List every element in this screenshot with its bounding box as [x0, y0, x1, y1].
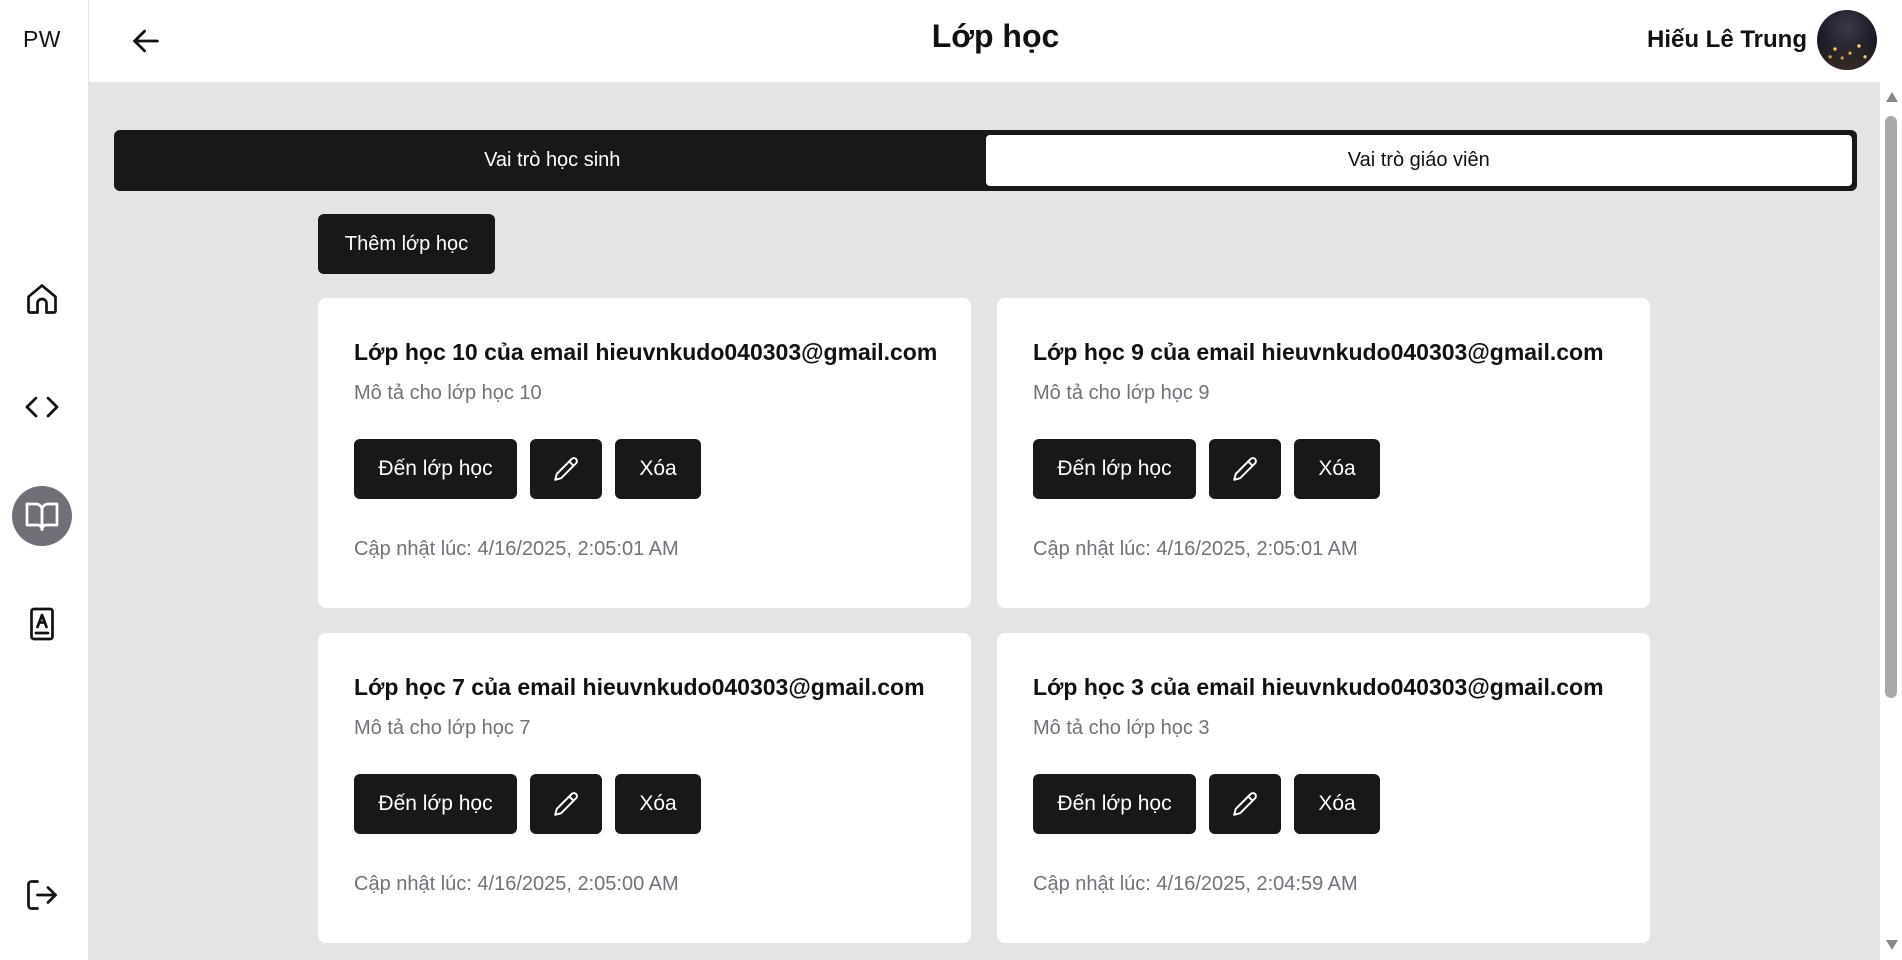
edit-class-button[interactable]: [1209, 439, 1281, 499]
class-title: Lớp học 3 của email hieuvnkudo040303@gma…: [1033, 674, 1604, 700]
user-name[interactable]: Hiếu Lê Trung: [1647, 26, 1807, 54]
card-actions: Đến lớp học Xóa: [1033, 439, 1614, 499]
edit-class-button[interactable]: [1209, 774, 1281, 834]
class-description: Mô tả cho lớp học 3: [1033, 717, 1210, 739]
sidebar-item-home[interactable]: [12, 269, 72, 329]
pencil-icon: [1233, 792, 1257, 816]
class-card: Lớp học 3 của email hieuvnkudo040303@gma…: [997, 633, 1650, 943]
page-title: Lớp học: [931, 18, 1060, 54]
pencil-icon: [554, 792, 578, 816]
class-card: Lớp học 10 của email hieuvnkudo040303@gm…: [318, 298, 971, 608]
delete-class-button[interactable]: Xóa: [1294, 774, 1380, 834]
home-icon: [27, 284, 57, 314]
app-logo[interactable]: PW: [0, 26, 84, 53]
class-description: Mô tả cho lớp học 9: [1033, 382, 1210, 404]
sidebar-item-code[interactable]: [12, 377, 72, 437]
add-class-button[interactable]: Thêm lớp học: [318, 214, 495, 274]
class-title: Lớp học 9 của email hieuvnkudo040303@gma…: [1033, 339, 1604, 365]
class-card: Lớp học 7 của email hieuvnkudo040303@gma…: [318, 633, 971, 943]
header: Lớp học Hiếu Lê Trung: [89, 0, 1902, 82]
updated-timestamp: Cập nhật lúc: 4/16/2025, 2:05:01 AM: [1033, 538, 1358, 560]
scroll-thumb[interactable]: [1885, 116, 1897, 698]
updated-timestamp: Cập nhật lúc: 4/16/2025, 2:05:00 AM: [354, 873, 679, 895]
go-to-class-button[interactable]: Đến lớp học: [1033, 439, 1196, 499]
vertical-scrollbar[interactable]: [1880, 82, 1902, 960]
tab-teacher-role[interactable]: Vai trò giáo viên: [985, 135, 1852, 186]
card-actions: Đến lớp học Xóa: [354, 774, 935, 834]
class-title: Lớp học 7 của email hieuvnkudo040303@gma…: [354, 674, 925, 700]
contact-book-icon: [30, 607, 54, 641]
sidebar-item-classes[interactable]: [12, 486, 72, 546]
class-description: Mô tả cho lớp học 10: [354, 382, 542, 404]
avatar[interactable]: [1817, 10, 1877, 70]
pencil-icon: [1233, 457, 1257, 481]
delete-class-button[interactable]: Xóa: [615, 439, 701, 499]
logout-icon: [27, 880, 57, 910]
sidebar-item-contacts[interactable]: [12, 594, 72, 654]
updated-timestamp: Cập nhật lúc: 4/16/2025, 2:05:01 AM: [354, 538, 679, 560]
pencil-icon: [554, 457, 578, 481]
class-card: Lớp học 9 của email hieuvnkudo040303@gma…: [997, 298, 1650, 608]
go-to-class-button[interactable]: Đến lớp học: [1033, 774, 1196, 834]
class-description: Mô tả cho lớp học 7: [354, 717, 531, 739]
updated-timestamp: Cập nhật lúc: 4/16/2025, 2:04:59 AM: [1033, 873, 1358, 895]
edit-class-button[interactable]: [530, 774, 602, 834]
scroll-down-arrow[interactable]: [1886, 940, 1898, 950]
main-content: Vai trò học sinh Vai trò giáo viên Thêm …: [89, 82, 1880, 960]
delete-class-button[interactable]: Xóa: [1294, 439, 1380, 499]
scroll-up-arrow[interactable]: [1886, 92, 1898, 102]
book-open-icon: [25, 502, 59, 531]
card-actions: Đến lớp học Xóa: [1033, 774, 1614, 834]
tab-student-role[interactable]: Vai trò học sinh: [119, 135, 986, 186]
go-to-class-button[interactable]: Đến lớp học: [354, 439, 517, 499]
go-to-class-button[interactable]: Đến lớp học: [354, 774, 517, 834]
sidebar: PW: [0, 0, 89, 960]
code-icon: [25, 396, 59, 418]
class-title: Lớp học 10 của email hieuvnkudo040303@gm…: [354, 339, 938, 365]
edit-class-button[interactable]: [530, 439, 602, 499]
logout-button[interactable]: [12, 865, 72, 925]
delete-class-button[interactable]: Xóa: [615, 774, 701, 834]
role-tabs: Vai trò học sinh Vai trò giáo viên: [114, 130, 1857, 191]
card-actions: Đến lớp học Xóa: [354, 439, 935, 499]
